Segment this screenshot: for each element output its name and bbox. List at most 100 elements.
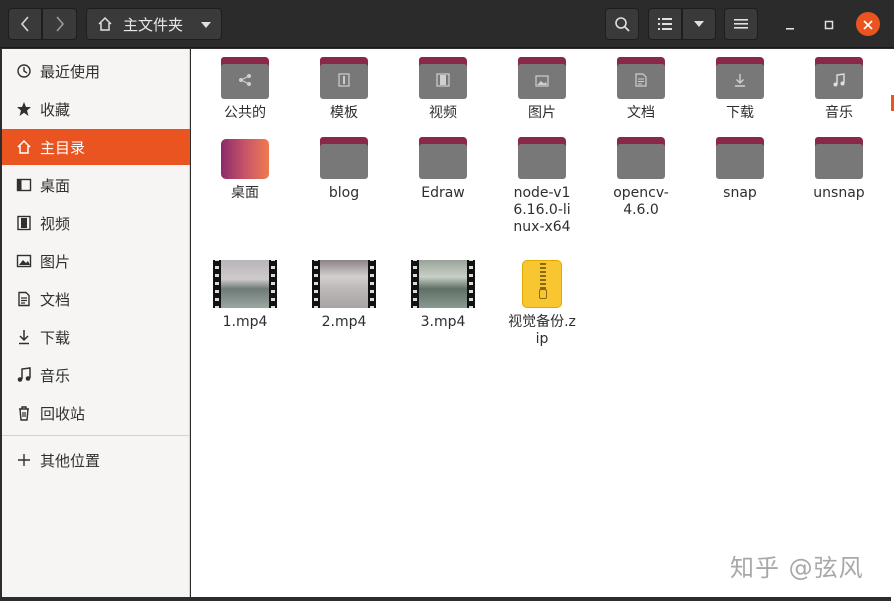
sidebar-item-label: 收藏 (40, 100, 71, 119)
file-item-video-2[interactable]: 2.mp4 (299, 260, 389, 331)
location-label: 主文件夹 (123, 15, 184, 34)
header-bar: 主文件夹 (0, 0, 894, 48)
file-name: 2.mp4 (321, 314, 367, 330)
sidebar-item-videos[interactable]: 视频 (2, 205, 190, 241)
sidebar-item-starred[interactable]: 收藏 (2, 91, 190, 127)
folder-item-snap[interactable]: snap (695, 137, 785, 202)
folder-item-unsnap[interactable]: unsnap (794, 137, 884, 202)
search-button[interactable] (605, 8, 639, 40)
folder-item-templates[interactable]: 模板 (299, 57, 389, 122)
recent-icon (2, 63, 40, 79)
folder-icon (518, 57, 566, 99)
back-button[interactable] (8, 8, 42, 40)
folder-item-blog[interactable]: blog (299, 137, 389, 202)
file-manager-window: 主文件夹 最近使用 收藏 主目录 桌面 视频 图片 文档 下载 音乐 回收站 其… (0, 0, 894, 601)
folder-item-downloads[interactable]: 下载 (695, 57, 785, 122)
folder-item-pictures[interactable]: 图片 (497, 57, 587, 122)
sidebar-item-label: 音乐 (40, 366, 71, 385)
folder-icon (518, 137, 566, 179)
sidebar-item-music[interactable]: 音乐 (2, 357, 190, 393)
file-name: 桌面 (231, 185, 259, 201)
video-thumbnail (312, 260, 376, 308)
folder-icon (419, 57, 467, 99)
sidebar-item-other-locations[interactable]: 其他位置 (2, 442, 190, 478)
file-name: opencv-4.6.0 (613, 185, 669, 218)
folder-icon (815, 57, 863, 99)
file-item-zip[interactable]: 视觉备份.zip (497, 260, 587, 348)
folder-item-edraw[interactable]: Edraw (398, 137, 488, 202)
places-sidebar: 最近使用 收藏 主目录 桌面 视频 图片 文档 下载 音乐 回收站 其他位置 (2, 49, 190, 597)
file-name: 视觉备份.zip (508, 314, 576, 347)
view-options-button[interactable] (682, 8, 716, 40)
sidebar-item-recent[interactable]: 最近使用 (2, 53, 190, 89)
folder-item-opencv[interactable]: opencv-4.6.0 (596, 137, 686, 219)
folder-item-public[interactable]: 公共的 (200, 57, 290, 122)
share-icon (238, 72, 252, 91)
file-item-video-1[interactable]: 1.mp4 (200, 260, 290, 331)
sidebar-divider (2, 435, 190, 436)
minimize-icon (785, 15, 795, 34)
sidebar-item-downloads[interactable]: 下载 (2, 319, 190, 355)
picture-icon (2, 253, 40, 269)
folder-icon (815, 137, 863, 179)
file-view: 公共的 模板 视频 图片 文档 下载 音乐 桌面 blog Edraw node… (191, 49, 891, 597)
sidebar-item-pictures[interactable]: 图片 (2, 243, 190, 279)
picture-icon (535, 72, 549, 91)
folder-item-music[interactable]: 音乐 (794, 57, 884, 122)
zip-archive-icon (522, 260, 562, 308)
minimize-button[interactable] (778, 12, 802, 36)
sidebar-item-label: 其他位置 (40, 451, 101, 470)
main-menu-button[interactable] (724, 8, 758, 40)
trash-icon (2, 405, 40, 421)
sidebar-item-desktop[interactable]: 桌面 (2, 167, 190, 203)
close-icon (863, 15, 873, 34)
folder-item-videos[interactable]: 视频 (398, 57, 488, 122)
folder-icon (320, 57, 368, 99)
home-icon (97, 16, 113, 32)
file-name: Edraw (421, 185, 465, 201)
file-name: 公共的 (224, 105, 266, 121)
folder-icon (617, 137, 665, 179)
file-name: 模板 (330, 105, 358, 121)
document-icon (2, 291, 40, 307)
dropdown-caret-icon (201, 21, 211, 29)
maximize-button[interactable] (817, 12, 841, 36)
view-toggle-button[interactable] (648, 8, 682, 40)
video-thumbnail (213, 260, 277, 308)
star-icon (2, 101, 40, 117)
chevron-right-icon (55, 16, 65, 32)
sidebar-item-trash[interactable]: 回收站 (2, 395, 190, 431)
home-icon (2, 139, 40, 155)
folder-item-node[interactable]: node-v16.16.0-linux-x64 (497, 137, 587, 236)
sidebar-item-label: 回收站 (40, 404, 86, 423)
folder-item-desktop[interactable]: 桌面 (200, 137, 290, 202)
file-name: 视频 (429, 105, 457, 121)
sidebar-item-label: 最近使用 (40, 62, 101, 81)
file-name: 1.mp4 (222, 314, 268, 330)
download-icon (734, 72, 746, 91)
file-name: 3.mp4 (420, 314, 466, 330)
location-button[interactable]: 主文件夹 (86, 8, 222, 40)
file-item-video-3[interactable]: 3.mp4 (398, 260, 488, 331)
music-icon (832, 72, 846, 91)
close-button[interactable] (856, 12, 880, 36)
sidebar-item-label: 文档 (40, 290, 71, 309)
folder-icon (716, 137, 764, 179)
folder-icon (617, 57, 665, 99)
folder-icon (320, 137, 368, 179)
watermark: 知乎 @弦风 (730, 554, 864, 582)
chevron-down-icon (694, 20, 704, 28)
sidebar-item-home[interactable]: 主目录 (2, 129, 190, 165)
sidebar-item-label: 主目录 (40, 138, 86, 157)
video-icon (2, 215, 40, 231)
file-name: 文档 (627, 105, 655, 121)
sidebar-item-documents[interactable]: 文档 (2, 281, 190, 317)
video-icon (436, 72, 450, 91)
forward-button[interactable] (42, 8, 77, 40)
desktop-icon (2, 177, 40, 193)
list-view-icon (658, 17, 672, 31)
folder-icon (716, 57, 764, 99)
file-name: 音乐 (825, 105, 853, 121)
folder-item-documents[interactable]: 文档 (596, 57, 686, 122)
sidebar-item-label: 下载 (40, 328, 71, 347)
